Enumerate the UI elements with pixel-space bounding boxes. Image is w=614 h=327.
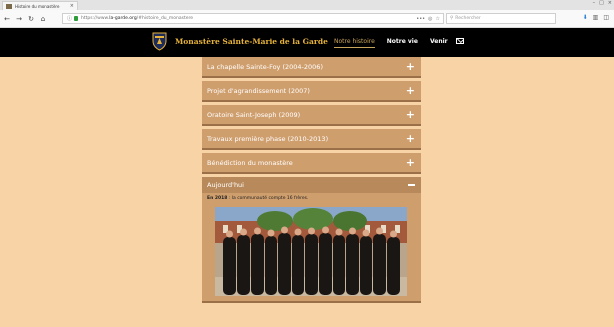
accordion-item-label: Bénédiction du monastère — [207, 158, 293, 167]
url-actions: ••• ◎ ☆ — [416, 16, 440, 22]
maximize-button[interactable]: □ — [599, 0, 604, 6]
accordion-item-label: Oratoire Saint-Joseph (2009) — [207, 110, 301, 119]
sidebar-icon[interactable]: ◫ — [603, 14, 609, 21]
nav-venir[interactable]: Venir — [430, 38, 448, 48]
close-window-button[interactable]: × — [608, 0, 612, 6]
accordion-item[interactable]: Projet d'agrandissement (2007) + — [202, 81, 421, 100]
browser-tab-bar: Histoire du monastère × – □ × — [0, 0, 614, 10]
tab-title: Histoire du monastère — [15, 3, 60, 9]
accordion-item-label: Travaux première phase (2010-2013) — [207, 134, 329, 143]
reload-icon[interactable]: ↻ — [26, 15, 36, 23]
search-placeholder: Rechercher — [455, 16, 481, 21]
accordion-item-label: Projet d'agrandissement (2007) — [207, 86, 310, 95]
close-tab-icon[interactable]: × — [70, 2, 74, 10]
back-arrow-icon[interactable]: ← — [2, 15, 12, 23]
bookmark-star-icon[interactable]: ☆ — [436, 16, 440, 22]
accordion-item[interactable]: Travaux première phase (2010-2013) + — [202, 129, 421, 148]
minus-icon[interactable] — [408, 184, 415, 186]
pocket-icon[interactable]: ◎ — [428, 16, 432, 22]
search-icon: ⚲ — [450, 16, 454, 21]
search-bar[interactable]: ⚲ Rechercher — [446, 13, 556, 24]
url-bar[interactable]: ⓘ https://www.la-garde.org/#histoire_du_… — [62, 13, 444, 24]
accordion-body-text: En 2018 : la communauté compte 16 frères… — [207, 196, 309, 201]
minimize-button[interactable]: – — [593, 0, 596, 6]
accordion-open-header[interactable]: Aujourd'hui — [202, 177, 421, 193]
home-icon[interactable]: ⌂ — [38, 15, 48, 23]
info-icon[interactable]: ⓘ — [67, 15, 72, 22]
favicon-icon — [6, 3, 12, 9]
lock-icon — [74, 16, 79, 21]
accordion-item-label: La chapelle Sainte-Foy (2004-2006) — [207, 62, 323, 71]
window-controls: – □ × — [593, 0, 612, 6]
mail-icon[interactable] — [456, 38, 464, 44]
site-nav: Notre histoire Notre vie Venir — [334, 38, 448, 48]
nav-notre-vie[interactable]: Notre vie — [387, 38, 418, 48]
site-header: Monastère Sainte-Marie de la Garde Notre… — [0, 28, 614, 57]
plus-icon[interactable]: + — [406, 109, 415, 120]
accordion-item[interactable]: La chapelle Sainte-Foy (2004-2006) + — [202, 57, 421, 76]
url-text: https://www.la-garde.org/#histoire_du_mo… — [81, 16, 194, 21]
accordion-item[interactable]: Bénédiction du monastère + — [202, 153, 421, 172]
page-actions-icon[interactable]: ••• — [416, 16, 425, 22]
plus-icon[interactable]: + — [406, 85, 415, 96]
download-icon[interactable]: ⬇ — [583, 14, 588, 21]
browser-tab[interactable]: Histoire du monastère × — [2, 1, 78, 10]
nav-notre-histoire[interactable]: Notre histoire — [334, 38, 375, 48]
plus-icon[interactable]: + — [406, 61, 415, 72]
plus-icon[interactable]: + — [406, 133, 415, 144]
browser-toolbar: ← → ↻ ⌂ ⓘ https://www.la-garde.org/#hist… — [0, 10, 614, 28]
library-icon[interactable]: ▥ — [593, 14, 599, 21]
plus-icon[interactable]: + — [406, 157, 415, 168]
accordion-open-label: Aujourd'hui — [207, 181, 244, 189]
crest-icon[interactable] — [152, 32, 167, 51]
accordion-open-body: En 2018 : la communauté compte 16 frères… — [202, 193, 421, 301]
forward-arrow-icon[interactable]: → — [14, 15, 24, 23]
toolbar-icons: ⬇ ▥ ◫ — [583, 14, 609, 21]
site-title[interactable]: Monastère Sainte-Marie de la Garde — [175, 37, 328, 46]
history-accordion: La chapelle Sainte-Foy (2004-2006) + Pro… — [202, 57, 421, 301]
accordion-item[interactable]: Oratoire Saint-Joseph (2009) + — [202, 105, 421, 124]
community-photo — [215, 207, 407, 296]
